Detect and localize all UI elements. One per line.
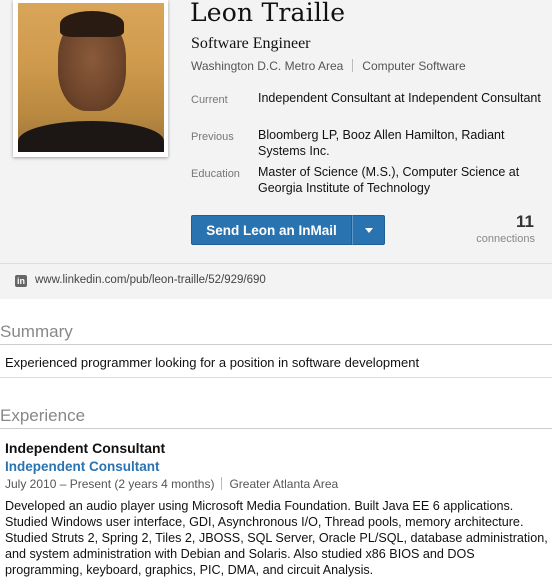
current-label: Current [191,94,228,106]
profile-photo[interactable] [13,0,168,157]
divider [352,59,354,72]
profile-headline: Software Engineer [191,35,311,52]
summary-text: Experienced programmer looking for a pos… [5,355,420,370]
position-dates: July 2010 – Present (2 years 4 months) [5,477,215,491]
industry-link[interactable]: Computer Software [362,59,465,73]
inmail-button-group: Send Leon an InMail [191,215,385,245]
divider [0,428,552,429]
chevron-down-icon [364,227,373,233]
connections-label: connections [476,233,535,245]
previous-value[interactable]: Bloomberg LP, Booz Allen Hamilton, Radia… [258,127,548,159]
divider [221,477,223,490]
position-location: Greater Atlanta Area [229,477,339,491]
current-value[interactable]: Independent Consultant at Independent Co… [258,90,548,106]
education-label: Education [191,168,240,180]
profile-name: Leon Traille [190,0,346,27]
location-link[interactable]: Washington D.C. Metro Area [191,59,343,73]
divider [0,377,552,378]
experience-heading: Experience [0,406,86,425]
education-value[interactable]: Master of Science (M.S.), Computer Scien… [258,164,548,196]
location-industry: Washington D.C. Metro Area Computer Softw… [191,59,466,73]
position-meta: July 2010 – Present (2 years 4 months) Gr… [5,477,338,491]
position-description: Developed an audio player using Microsof… [5,499,548,577]
avatar [18,3,164,152]
summary-heading: Summary [0,322,73,341]
company-link[interactable]: Independent Consultant [5,459,160,474]
linkedin-icon: in [15,275,27,287]
public-profile-url[interactable]: www.linkedin.com/pub/leon-traille/52/929… [35,274,266,286]
public-profile-bar: in www.linkedin.com/pub/leon-traille/52/… [0,263,552,299]
connections-count: 11 [516,212,534,231]
divider [0,344,552,345]
send-inmail-button[interactable]: Send Leon an InMail [191,215,352,245]
inmail-options-button[interactable] [352,215,385,245]
previous-label: Previous [191,131,234,143]
position-title: Independent Consultant [5,440,166,456]
